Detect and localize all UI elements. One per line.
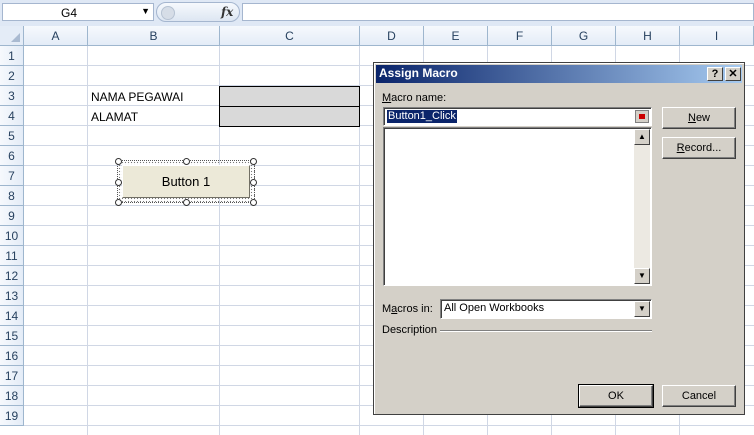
resize-handle[interactable] [250, 179, 257, 186]
description-label: Description [382, 324, 438, 336]
name-box-value: G4 [61, 6, 78, 20]
row-header[interactable]: 2 [0, 66, 24, 86]
record-button[interactable]: Record... [662, 137, 736, 159]
resize-handle[interactable] [115, 179, 122, 186]
close-icon[interactable]: ✕ [725, 67, 741, 81]
row-header[interactable]: 7 [0, 166, 24, 186]
macro-list-scrollbar[interactable]: ▲ ▼ [634, 129, 650, 284]
row-header[interactable]: 9 [0, 206, 24, 226]
dialog-title: Assign Macro [379, 66, 458, 80]
assign-macro-dialog: Assign Macro ? ✕ Macro name: Button1_Cli… [373, 62, 745, 415]
row-header[interactable]: 14 [0, 306, 24, 326]
column-header[interactable]: A [24, 26, 88, 46]
name-box[interactable]: G4 ▼ [2, 3, 154, 21]
column-header[interactable]: I [680, 26, 754, 46]
row-header[interactable]: 5 [0, 126, 24, 146]
cancel-button[interactable]: Cancel [662, 385, 736, 407]
row-header[interactable]: 1 [0, 46, 24, 66]
row-header[interactable]: 16 [0, 346, 24, 366]
chevron-down-icon[interactable]: ▼ [141, 6, 150, 16]
description-divider [440, 330, 652, 332]
cell-c4[interactable] [219, 106, 360, 127]
row-header[interactable]: 4 [0, 106, 24, 126]
dialog-titlebar[interactable]: Assign Macro ? ✕ [376, 65, 742, 83]
chevron-down-icon[interactable]: ▼ [634, 301, 650, 317]
select-all-icon [11, 33, 20, 42]
macro-name-value: Button1_Click [387, 110, 457, 123]
resize-handle[interactable] [183, 199, 190, 206]
ok-button[interactable]: OK [578, 384, 654, 408]
column-header[interactable]: F [488, 26, 552, 46]
row-header[interactable]: 12 [0, 266, 24, 286]
macros-in-value: All Open Workbooks [444, 302, 545, 314]
resize-handle[interactable] [183, 158, 190, 165]
formula-input[interactable] [242, 3, 754, 21]
row-header[interactable]: 10 [0, 226, 24, 246]
cell-b4[interactable]: ALAMAT [91, 107, 138, 127]
collapse-dialog-icon[interactable] [635, 110, 649, 123]
scroll-down-icon[interactable]: ▼ [634, 268, 650, 284]
row-header[interactable]: 17 [0, 366, 24, 386]
macros-in-label: Macros in: [382, 303, 433, 315]
row-header[interactable]: 3 [0, 86, 24, 106]
select-all-corner[interactable] [0, 26, 24, 46]
insert-function-icon[interactable]: fx [221, 5, 233, 19]
resize-handle[interactable] [250, 158, 257, 165]
cancel-circle-icon[interactable] [161, 6, 175, 20]
cell-b3[interactable]: NAMA PEGAWAI [91, 87, 183, 107]
column-header[interactable]: E [424, 26, 488, 46]
resize-handle[interactable] [115, 158, 122, 165]
row-header[interactable]: 15 [0, 326, 24, 346]
row-header[interactable]: 6 [0, 146, 24, 166]
cell-c3[interactable] [219, 86, 360, 107]
form-button[interactable]: Button 1 [122, 165, 250, 198]
column-header[interactable]: C [220, 26, 360, 46]
macro-name-label: Macro name: [382, 92, 447, 104]
row-header[interactable]: 19 [0, 406, 24, 426]
column-header[interactable]: H [616, 26, 680, 46]
macro-name-input[interactable]: Button1_Click [383, 107, 652, 126]
row-header[interactable]: 13 [0, 286, 24, 306]
grid-line [87, 46, 88, 435]
column-header[interactable]: G [552, 26, 616, 46]
macro-list[interactable]: ▲ ▼ [383, 127, 652, 286]
row-header[interactable]: 8 [0, 186, 24, 206]
help-icon[interactable]: ? [707, 67, 723, 81]
column-header[interactable]: B [88, 26, 220, 46]
resize-handle[interactable] [115, 199, 122, 206]
new-button[interactable]: New [662, 107, 736, 129]
macros-in-select[interactable]: All Open Workbooks ▼ [440, 299, 652, 319]
resize-handle[interactable] [250, 199, 257, 206]
scroll-up-icon[interactable]: ▲ [634, 129, 650, 145]
row-header[interactable]: 11 [0, 246, 24, 266]
formula-controls: fx [156, 2, 240, 22]
formula-bar: G4 ▼ fx [0, 0, 754, 27]
row-header[interactable]: 18 [0, 386, 24, 406]
column-header[interactable]: D [360, 26, 424, 46]
